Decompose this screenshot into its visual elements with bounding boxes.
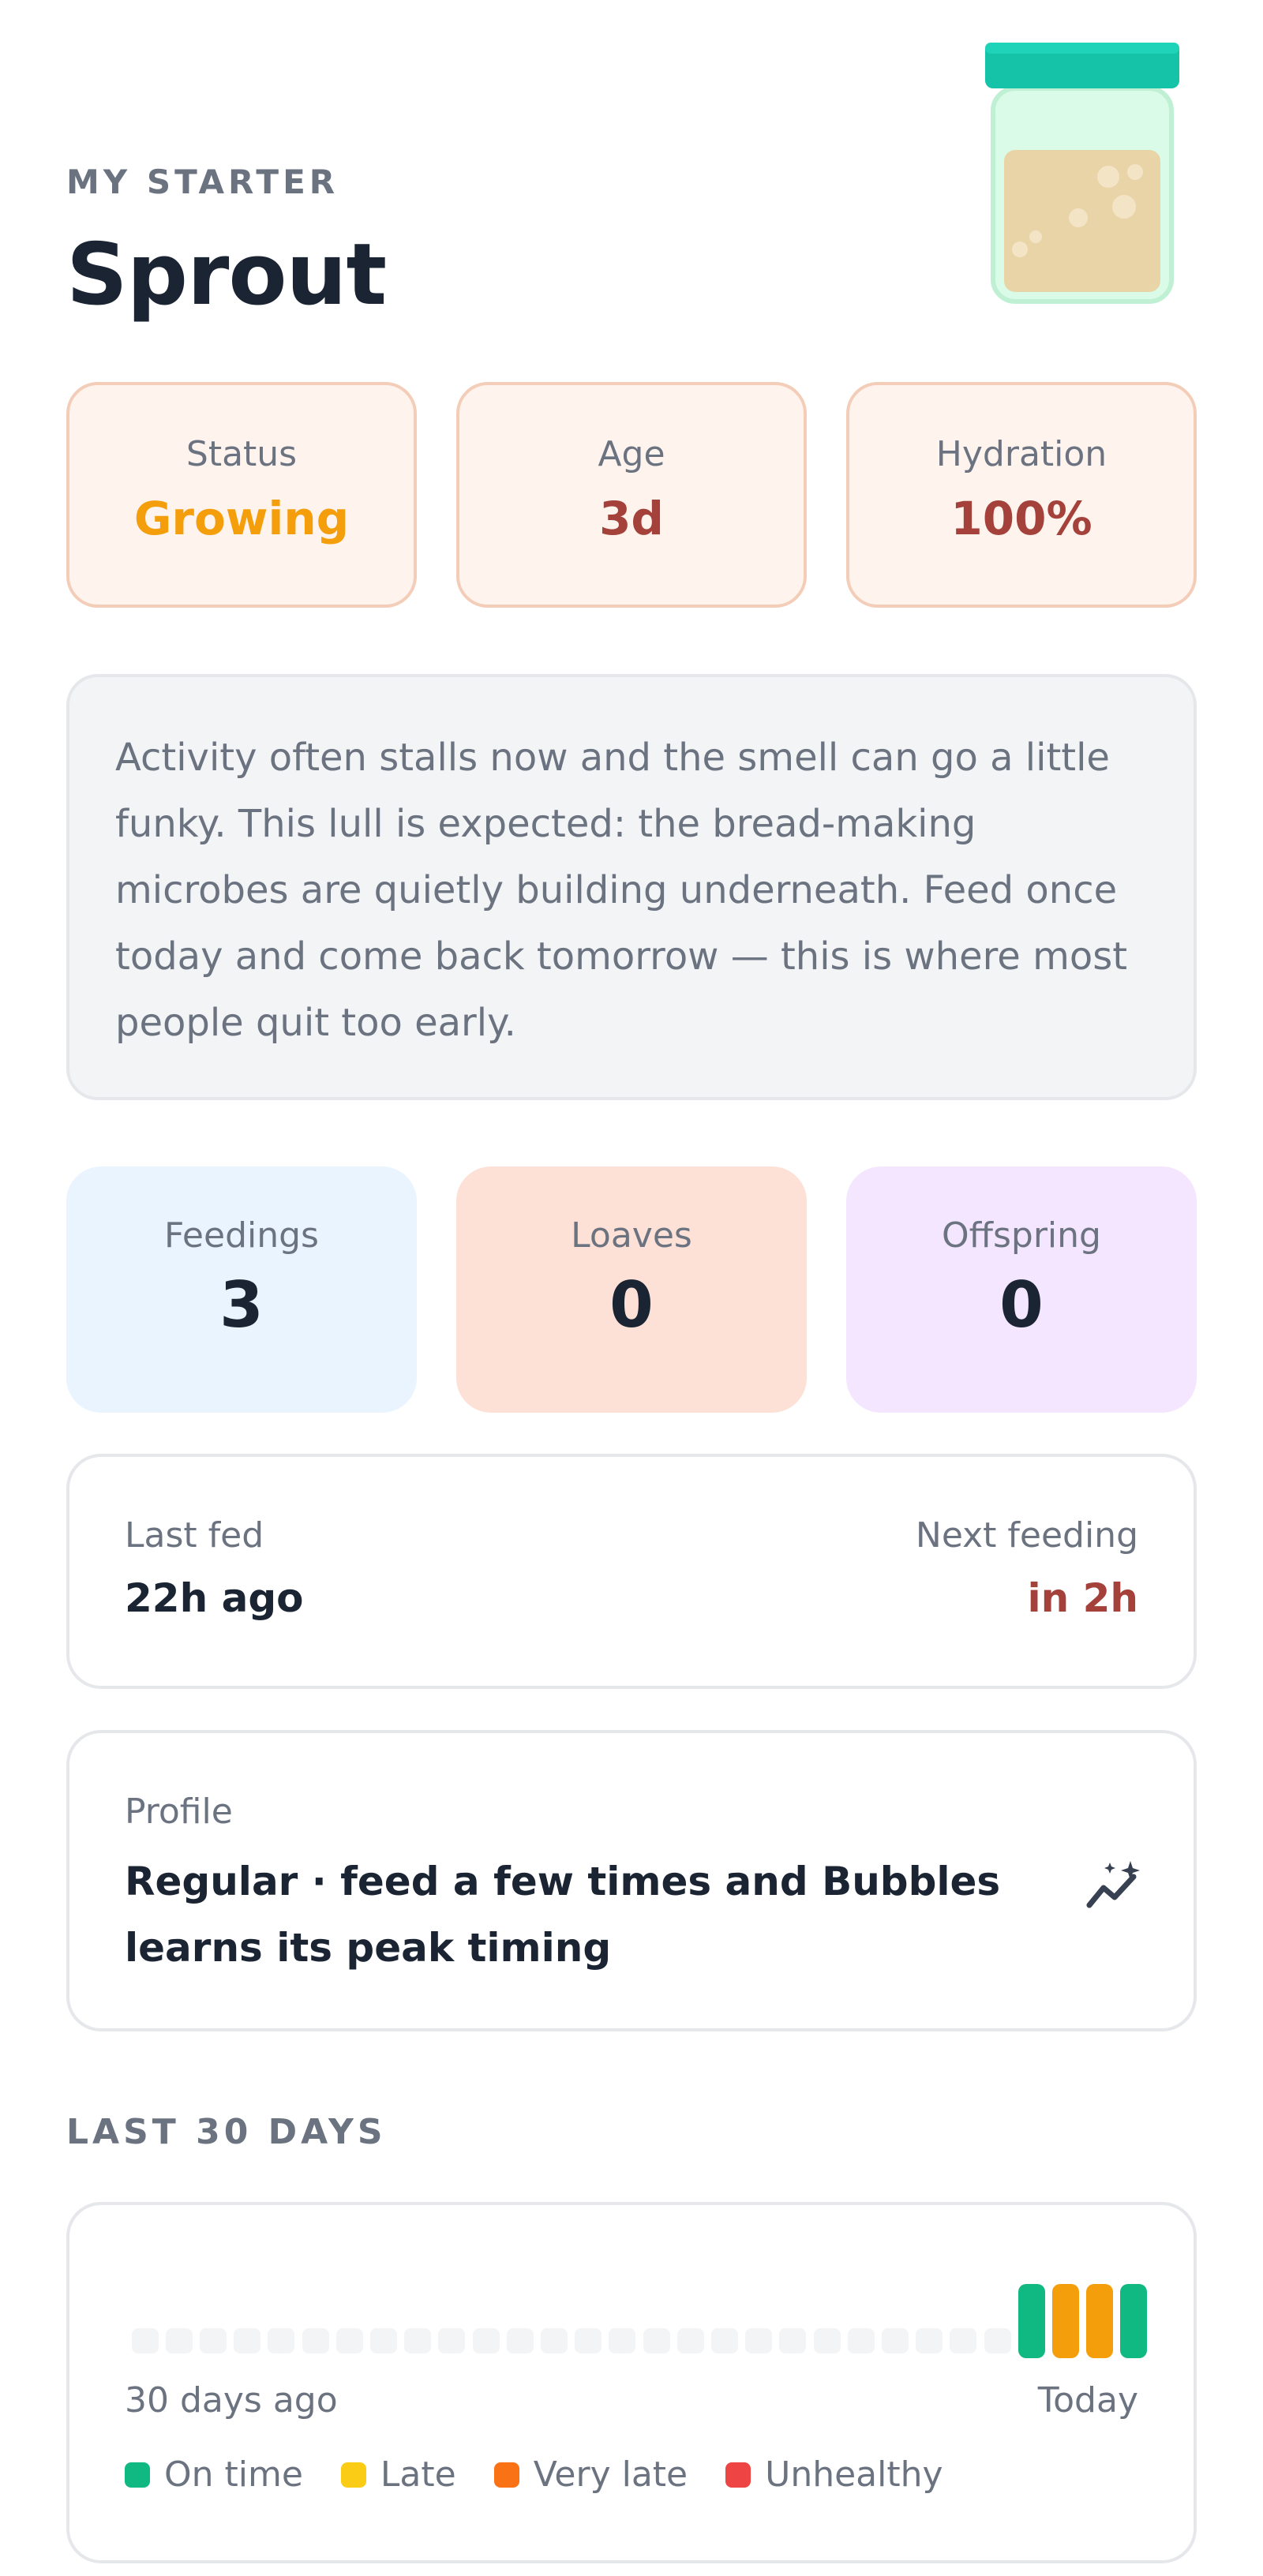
offspring-label: Offspring [942, 1215, 1101, 1256]
age-card: Age 3d [456, 382, 807, 608]
legend-swatch [125, 2462, 150, 2488]
day-cell [1120, 2284, 1148, 2358]
day-cell [643, 2328, 670, 2353]
feeding-panel: Last fed 22h ago Next feeding in 2h [66, 1454, 1197, 1689]
history-panel: 30 days ago Today On time Late Very late… [66, 2202, 1197, 2563]
status-label: Status [186, 434, 298, 474]
day-strip [125, 2205, 1148, 2363]
next-feeding-label: Next feeding [915, 1515, 1138, 1556]
day-cell [779, 2328, 807, 2353]
header: MY STARTER Sprout [66, 0, 1197, 347]
loaves-card[interactable]: Loaves 0 [456, 1166, 807, 1413]
hydration-value: 100% [950, 492, 1092, 545]
count-cards: Feedings 3 Loaves 0 Offspring 0 [66, 1166, 1197, 1413]
legend-swatch [725, 2462, 751, 2488]
day-cell [506, 2328, 534, 2353]
day-cell [609, 2328, 636, 2353]
status-card: Status Growing [66, 382, 417, 608]
day-cell [950, 2328, 977, 2353]
profile-label: Profile [125, 1792, 233, 1832]
day-cell [165, 2328, 193, 2353]
day-cell [813, 2328, 841, 2353]
legend-swatch [493, 2462, 519, 2488]
day-cell [984, 2328, 1011, 2353]
offspring-value: 0 [999, 1268, 1044, 1342]
status-value: Growing [133, 492, 350, 545]
feedings-card[interactable]: Feedings 3 [66, 1166, 417, 1413]
history-legend: On time Late Very late Unhealthy [125, 2454, 981, 2495]
hydration-label: Hydration [935, 434, 1107, 474]
day-cell [676, 2328, 704, 2353]
profile-text: Regular · feed a few times and Bubbles l… [125, 1859, 1001, 1971]
offspring-card[interactable]: Offspring 0 [846, 1166, 1197, 1413]
history-title: LAST 30 DAYS [66, 2112, 387, 2152]
day-cell [575, 2328, 602, 2353]
day-cell [882, 2328, 909, 2353]
feedings-label: Feedings [164, 1215, 319, 1256]
legend-item: Unhealthy [725, 2454, 943, 2495]
day-cell [472, 2328, 500, 2353]
day-cell [131, 2328, 159, 2353]
legend-label: Unhealthy [765, 2454, 943, 2495]
day-cell [541, 2328, 568, 2353]
legend-item: Late [340, 2454, 456, 2495]
day-cell [335, 2328, 363, 2353]
next-feeding-value: in 2h [1027, 1575, 1138, 1621]
eyebrow-label: MY STARTER [66, 163, 339, 201]
day-cell [370, 2328, 397, 2353]
last-fed-label: Last fed [125, 1515, 264, 1556]
day-cell [745, 2328, 773, 2353]
legend-item: Very late [493, 2454, 688, 2495]
profile-panel[interactable]: Profile Regular · feed a few times and B… [66, 1730, 1197, 2031]
day-cell [200, 2328, 227, 2353]
day-cell [711, 2328, 738, 2353]
sparkle-chart-icon [1086, 1861, 1140, 1908]
legend-label: On time [164, 2454, 303, 2495]
day-cell [1018, 2284, 1045, 2358]
legend-swatch [340, 2462, 366, 2488]
loaves-value: 0 [609, 1268, 654, 1342]
feedings-value: 3 [219, 1268, 264, 1342]
day-cell [1052, 2284, 1079, 2358]
last-fed-value: 22h ago [125, 1575, 304, 1621]
age-label: Age [598, 434, 665, 474]
legend-label: Late [380, 2454, 456, 2495]
starter-name: Sprout [66, 226, 387, 324]
legend-label: Very late [533, 2454, 688, 2495]
day-cell [404, 2328, 432, 2353]
day-cell [916, 2328, 943, 2353]
day-cell [1086, 2284, 1114, 2358]
loaves-label: Loaves [571, 1215, 692, 1256]
stage-message: Activity often stalls now and the smell … [66, 674, 1197, 1100]
day-cell [302, 2328, 329, 2353]
day-cell [268, 2328, 295, 2353]
jar-icon [985, 43, 1179, 304]
history-end-label: Today [1037, 2380, 1138, 2421]
history-start-label: 30 days ago [125, 2380, 338, 2421]
day-cell [438, 2328, 466, 2353]
status-cards: Status Growing Age 3d Hydration 100% [66, 382, 1197, 608]
hydration-card: Hydration 100% [846, 382, 1197, 608]
day-cell [234, 2328, 261, 2353]
legend-item: On time [125, 2454, 303, 2495]
day-cell [847, 2328, 875, 2353]
age-value: 3d [599, 492, 664, 545]
